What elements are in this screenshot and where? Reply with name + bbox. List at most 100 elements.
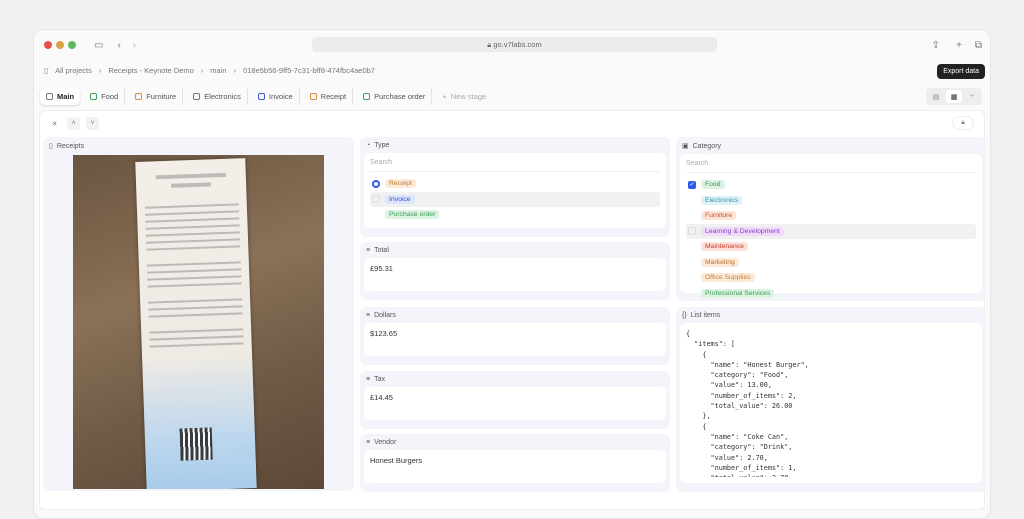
stage-icon (363, 93, 371, 100)
type-option[interactable]: Receipt (370, 176, 660, 192)
category-chip: Marketing (701, 257, 739, 267)
category-option[interactable]: Furniture (686, 208, 976, 224)
breadcrumb-project[interactable]: Receipts - Keynote Demo (108, 66, 193, 75)
breadcrumb-item-id: 018e5b56-9ff5-7c31-bff8-474fbc4ae0b7 (243, 66, 375, 75)
category-option[interactable]: Office Supplies (686, 270, 976, 286)
total-value[interactable]: £95.31 (364, 258, 666, 291)
breadcrumb-branch[interactable]: main (210, 66, 226, 75)
category-chip: Maintenance (701, 242, 748, 252)
category-option[interactable]: Professional Services (686, 286, 976, 302)
panel-title: List items (690, 312, 721, 319)
text-icon: ≡ (366, 376, 371, 383)
table-view-icon[interactable]: ▤ (928, 90, 944, 103)
dollars-value[interactable]: $123.65 (364, 323, 666, 356)
new-tab-icon[interactable]: + (956, 40, 962, 51)
vendor-value[interactable]: Honest Burgers (364, 450, 666, 483)
tab-invoice[interactable]: Invoice (252, 88, 300, 105)
radio-button[interactable] (372, 179, 380, 188)
tabs-overview-icon[interactable]: ⧉ (975, 40, 982, 51)
item-detail: ✕ ˄ ˅ 🔒︎ ▯ Receipts ◔ Type Search Receip… (39, 110, 986, 510)
list-items-json[interactable]: { "items": [ { "name": "Honest Burger", … (686, 329, 976, 477)
type-option[interactable]: Invoice (370, 191, 660, 207)
grid-view-icon[interactable]: ▦ (946, 90, 962, 103)
tab-label: Electronics (204, 92, 241, 101)
braces-icon: {} (682, 312, 687, 319)
close-window-button[interactable] (44, 41, 52, 49)
previous-item-icon[interactable]: ˄ (67, 117, 80, 130)
forward-icon[interactable]: › (133, 40, 136, 51)
stage-icon (46, 93, 53, 100)
maximize-window-button[interactable] (68, 41, 76, 49)
new-stage-button[interactable]: + New stage (436, 88, 492, 105)
receipts-panel: ▯ Receipts (43, 137, 354, 491)
browser-window: ▭ ‹ › 🔒︎ go.v7labs.com ⇪ + ⧉ ▯ All proje… (33, 29, 991, 519)
back-icon[interactable]: ‹ (117, 40, 120, 51)
lock-button[interactable]: 🔒︎ (952, 116, 974, 130)
close-icon[interactable]: ✕ (48, 117, 61, 130)
panel-title: Tax (374, 376, 385, 383)
stage-tabs: Main Food Furniture Electronics Invoice Recei… (40, 88, 496, 105)
plus-icon: + (442, 92, 447, 101)
tab-furniture[interactable]: Furniture (129, 88, 184, 105)
tax-value[interactable]: £14.45 (364, 387, 666, 420)
type-chip: Invoice (385, 194, 415, 204)
breadcrumb: ▯ All projects › Receipts - Keynote Demo ›… (44, 66, 375, 75)
category-search-input[interactable]: Search (686, 158, 976, 173)
tab-receipt[interactable]: Receipt (304, 88, 354, 105)
address-bar[interactable]: 🔒︎ go.v7labs.com (312, 37, 717, 52)
checkbox[interactable]: ✓ (688, 180, 696, 189)
panel-toggle-icon[interactable]: ▯ (44, 66, 48, 75)
stage-icon (90, 93, 98, 100)
category-chip: Furniture (701, 211, 737, 221)
receipt-paper (135, 158, 257, 489)
type-chip: Purchase order (385, 210, 440, 220)
total-panel: ≡ Total £95.31 (360, 242, 670, 300)
share-icon[interactable]: ⇪ (932, 40, 940, 51)
receipt-image[interactable] (73, 155, 324, 489)
sidebar-toggle-icon[interactable]: ▭ (94, 40, 103, 51)
status-icon: ◔ (366, 142, 371, 149)
qr-code (179, 427, 213, 461)
export-data-tooltip: Export data (937, 64, 985, 79)
list-items-panel: {} List items { "items": [ { "name": "Hon… (676, 307, 986, 492)
stage-icon (135, 93, 143, 100)
tab-purchase-order[interactable]: Purchase order (357, 88, 433, 105)
chevron-icon: › (98, 66, 102, 75)
type-search-input[interactable]: Search (370, 157, 660, 172)
tab-label: Food (101, 92, 119, 101)
text-icon: ≡ (366, 312, 371, 319)
category-option[interactable]: Maintenance (686, 239, 976, 255)
text-icon: ≡ (366, 439, 371, 446)
checkbox[interactable] (688, 227, 696, 236)
panel-title: Dollars (374, 312, 396, 319)
category-option[interactable]: ✓ Food (686, 177, 976, 193)
panel-title: Receipts (56, 142, 85, 150)
breadcrumb-all-projects[interactable]: All projects (55, 66, 92, 75)
category-option[interactable]: Learning & Development (686, 223, 976, 239)
chevron-icon: › (233, 66, 237, 75)
panel-title: Type (374, 142, 390, 149)
radio-button[interactable] (372, 195, 380, 204)
category-option[interactable]: Marketing (686, 255, 976, 271)
tab-main[interactable]: Main (40, 88, 81, 105)
category-chip: Electronics (701, 195, 743, 205)
tab-label: Receipt (320, 92, 347, 101)
flow-view-icon[interactable]: ⑂ (964, 90, 980, 103)
tab-electronics[interactable]: Electronics (187, 88, 248, 105)
category-option[interactable]: Electronics (686, 193, 976, 209)
checklist-icon: ▣ (682, 143, 689, 150)
category-chip: Office Supplies (701, 273, 755, 283)
next-item-icon[interactable]: ˅ (86, 117, 99, 130)
panel-title: Vendor (374, 439, 397, 446)
minimize-window-button[interactable] (56, 41, 64, 49)
tax-panel: ≡ Tax £14.45 (360, 371, 670, 429)
type-option[interactable]: Purchase order (370, 207, 660, 223)
type-chip: Receipt (385, 179, 417, 189)
tab-label: Furniture (146, 92, 177, 101)
tab-label: Invoice (268, 92, 293, 101)
stage-icon (257, 93, 265, 100)
category-chip: Learning & Development (701, 226, 784, 236)
vendor-panel: ≡ Vendor Honest Burgers (360, 434, 670, 492)
tab-food[interactable]: Food (84, 88, 126, 105)
tab-label: Purchase order (374, 92, 426, 101)
